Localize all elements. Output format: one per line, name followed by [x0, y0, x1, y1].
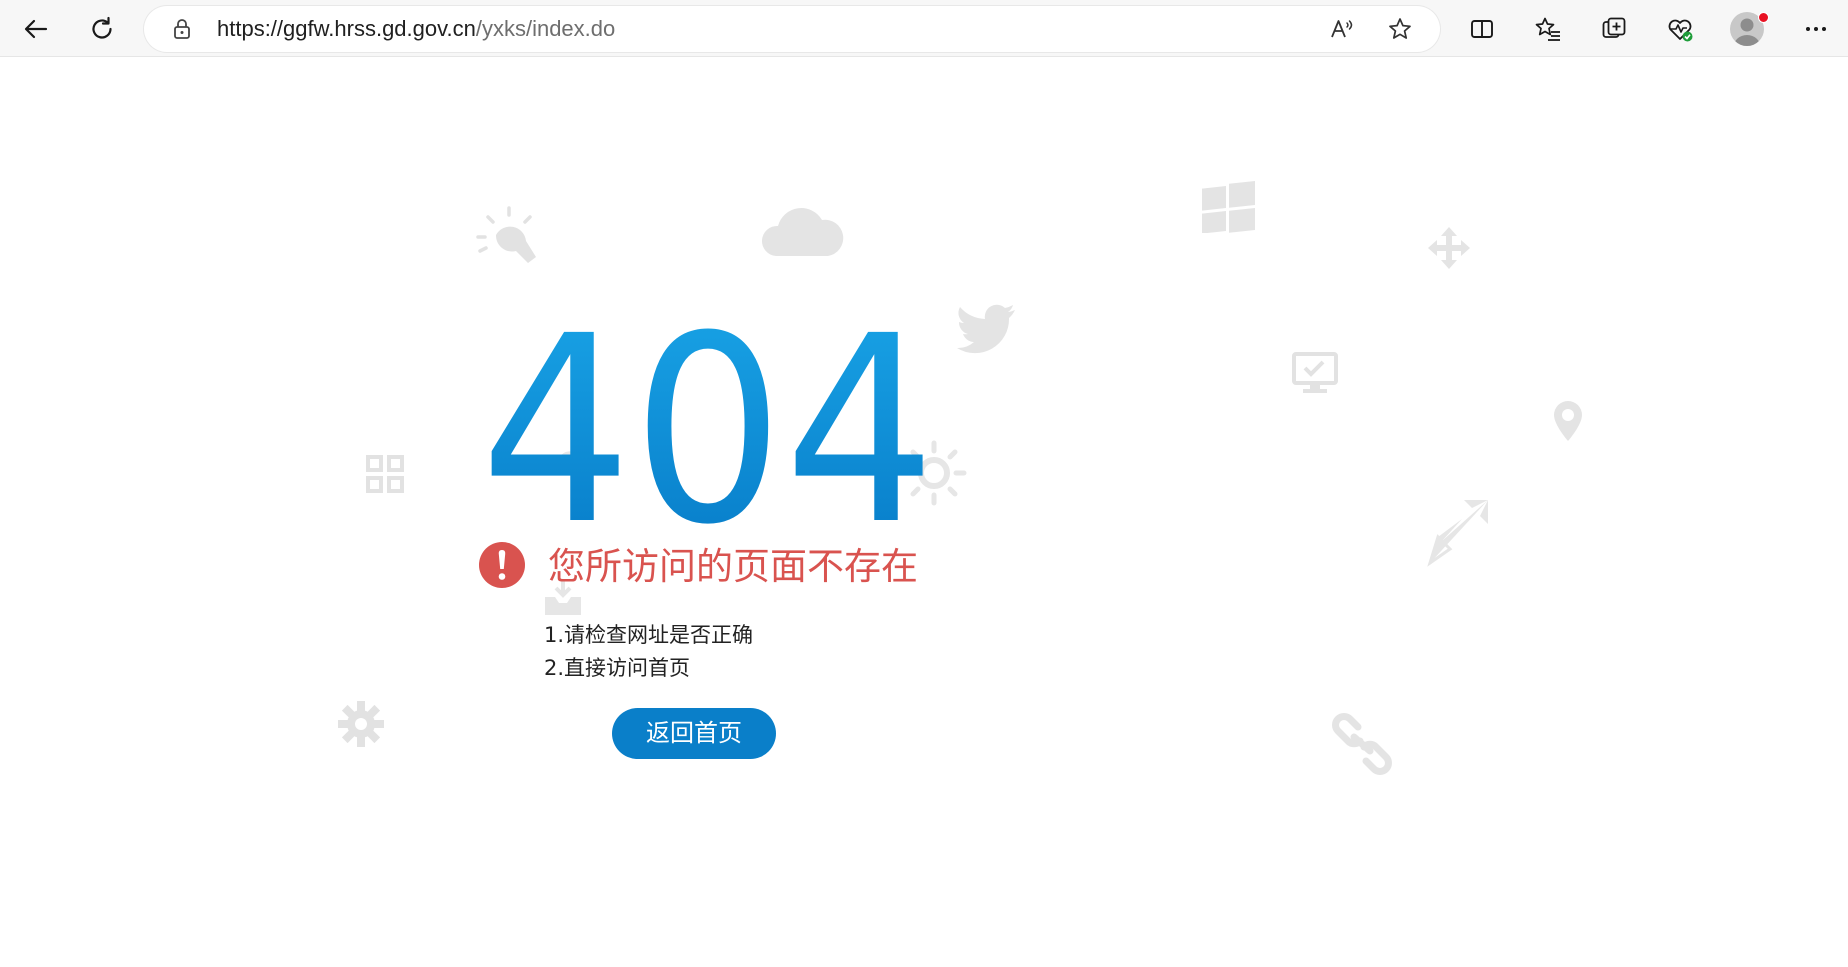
address-bar[interactable]: https://ggfw.hrss.gd.gov.cn/yxks/index.d…	[144, 6, 1440, 52]
more-dots-icon	[1806, 27, 1826, 31]
move-arrows-icon	[1428, 227, 1470, 269]
error-page: 404 您所访问的页面不存在 1.请检查网址是否正确 2.直接访问首页 返回首页	[0, 57, 1848, 967]
lightbulb-icon	[476, 206, 536, 263]
favorites-list-icon	[1535, 17, 1560, 41]
split-screen-button[interactable]	[1462, 9, 1502, 49]
browser-essentials-button[interactable]	[1660, 9, 1700, 49]
read-aloud-icon	[1331, 20, 1353, 38]
more-menu-button[interactable]	[1796, 9, 1836, 49]
monitor-icon	[1292, 352, 1338, 393]
chain-link-icon	[1332, 713, 1392, 775]
error-code-text: 404	[480, 292, 936, 552]
star-icon	[1389, 18, 1411, 39]
hint-list: 1.请检查网址是否正确 2.直接访问首页	[544, 619, 753, 685]
settings-gear-icon	[338, 701, 384, 747]
url-text[interactable]: https://ggfw.hrss.gd.gov.cn/yxks/index.d…	[217, 17, 615, 41]
cloud-icon	[761, 208, 844, 256]
twitter-bird-icon	[957, 304, 1015, 354]
add-favorite-button[interactable]	[1384, 13, 1416, 45]
back-button[interactable]	[16, 9, 56, 49]
map-pin-icon	[1554, 401, 1582, 441]
back-arrow-icon	[24, 19, 48, 39]
browser-essentials-icon	[1668, 19, 1693, 42]
return-home-button[interactable]: 返回首页	[612, 708, 776, 759]
grid-apps-icon	[366, 455, 404, 493]
hint-item: 2.直接访问首页	[544, 656, 691, 680]
collections-icon	[1602, 17, 1626, 38]
error-message: 您所访问的页面不存在	[548, 545, 918, 588]
hint-item: 1.请检查网址是否正确	[544, 623, 754, 647]
lock-icon[interactable]	[170, 17, 194, 41]
refresh-icon	[92, 16, 112, 39]
windows-logo-icon	[1202, 181, 1255, 233]
notification-dot	[1758, 12, 1769, 23]
paper-plane-icon	[1427, 500, 1488, 567]
read-aloud-button[interactable]	[1326, 13, 1358, 45]
favorites-button[interactable]	[1528, 9, 1568, 49]
browser-toolbar: https://ggfw.hrss.gd.gov.cn/yxks/index.d…	[0, 0, 1848, 57]
refresh-button[interactable]	[82, 9, 122, 49]
url-path: /yxks/index.do	[475, 16, 616, 41]
split-screen-icon	[1471, 20, 1493, 38]
error-exclamation-icon	[479, 542, 525, 588]
url-domain: https://ggfw.hrss.gd.gov.cn	[217, 16, 476, 41]
collections-button[interactable]	[1594, 9, 1634, 49]
error-code-404: 404	[480, 292, 936, 552]
